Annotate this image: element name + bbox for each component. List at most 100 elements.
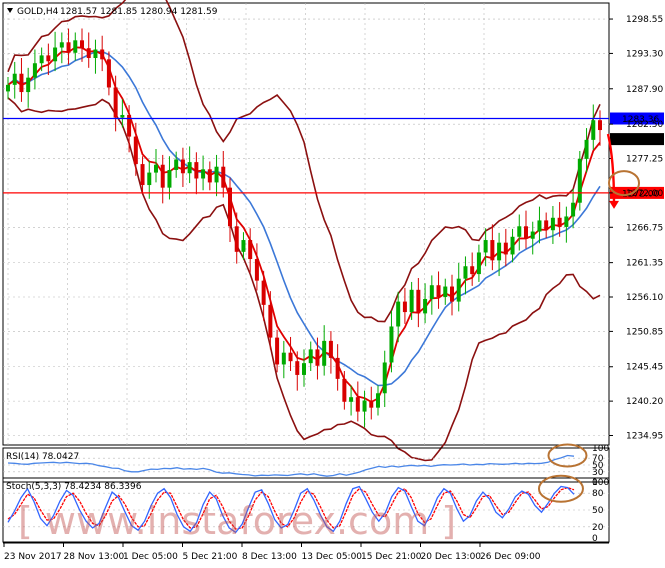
bollinger-upper-line	[7, 0, 601, 323]
chart-header-ohlc: 1281.57 1281.85 1280.94 1281.59	[60, 7, 218, 17]
candle-body	[281, 352, 286, 365]
candle-body	[254, 259, 259, 281]
candles	[6, 28, 602, 428]
candle-body	[302, 363, 306, 375]
candle-body	[113, 87, 118, 118]
candle-body	[416, 289, 421, 314]
candle-body	[201, 169, 206, 179]
candle-body	[564, 216, 569, 227]
candle-body	[376, 393, 380, 408]
chart-canvas: 1283.361272.001281.59 1298.55 1293.30 1287…	[2, 0, 664, 562]
x-tick-label: 26 Dec 09:00	[480, 552, 541, 562]
rsi-line	[7, 454, 575, 477]
candle-body	[328, 340, 333, 358]
ma-slow-line	[7, 50, 601, 387]
chart-header-symbol: GOLD,H4	[17, 7, 59, 17]
price-grid	[3, 3, 609, 445]
candle-body	[598, 120, 602, 131]
stoch-tick-label: 50	[592, 506, 604, 516]
stoch-highlight-circle	[537, 474, 584, 503]
candle-body	[396, 301, 401, 327]
candle-body	[154, 164, 158, 173]
price-tick-label: 1293.30	[626, 49, 663, 59]
price-tick-label: 1245.45	[626, 363, 663, 373]
x-tick-label: 23 Nov 2017	[4, 552, 62, 562]
candle-body	[308, 349, 313, 364]
candle-body	[261, 280, 266, 305]
candle-body	[497, 242, 502, 261]
candle-body	[510, 236, 515, 255]
candle-body	[32, 63, 37, 78]
candle-body	[248, 240, 253, 260]
candle-body	[59, 42, 64, 48]
price-tick-label: 1277.25	[626, 155, 663, 165]
candle-body	[402, 301, 407, 313]
candle-body	[389, 326, 394, 363]
stoch-tick-label: 20	[592, 523, 604, 533]
candle-body	[517, 226, 522, 237]
candle-body	[295, 361, 300, 375]
x-tick-label: 15 Dec 21:00	[361, 552, 422, 562]
candle-body	[335, 357, 340, 379]
candle-body	[53, 47, 58, 62]
candle-body	[120, 114, 125, 118]
candle-body	[207, 169, 212, 183]
price-tick-label: 1282.50	[626, 120, 663, 130]
watermark: [ www.instaforex.com ]	[18, 499, 456, 543]
candle-body	[6, 84, 10, 92]
candle-body	[355, 397, 360, 412]
candle-body	[349, 397, 354, 402]
candle-body	[470, 266, 475, 275]
price-tick-label: 1234.95	[626, 432, 663, 442]
candle-body	[187, 162, 192, 174]
price-tick-label: 1240.20	[626, 397, 663, 407]
candle-body	[180, 159, 185, 174]
candle-body	[26, 77, 31, 93]
candle-body	[86, 48, 91, 59]
candle-body	[160, 164, 165, 188]
candle-body	[275, 337, 280, 365]
price-y-axis: 1298.551293.301287.901282.501277.251272.…	[609, 15, 663, 442]
candle-body	[342, 378, 347, 402]
candle-body	[39, 55, 44, 64]
price-panel-border	[2, 2, 610, 446]
candle-body	[544, 220, 549, 231]
moving-averages	[7, 46, 601, 403]
candle-body	[571, 202, 576, 217]
candle-body	[591, 120, 596, 140]
price-tick-label: 1298.55	[626, 15, 663, 25]
candle-body	[483, 240, 488, 253]
candle-body	[46, 55, 51, 62]
candle-body	[423, 298, 428, 314]
candle-body	[537, 220, 542, 232]
price-tick-label: 1287.90	[626, 85, 663, 95]
candle-body	[315, 349, 320, 366]
candle-body	[503, 242, 508, 255]
candle-body	[147, 172, 152, 186]
candle-body	[463, 266, 468, 279]
candle-body	[19, 73, 24, 93]
current-price-label: 1281.59	[622, 136, 659, 146]
rsi-label: RSI(14) 78.0427	[6, 452, 79, 462]
candle-body	[93, 49, 98, 59]
candle-body	[584, 139, 589, 159]
candle-body	[66, 42, 71, 53]
price-levels: 1283.361272.001281.59	[3, 112, 664, 199]
candle-body	[322, 340, 327, 366]
bollinger-bands	[7, 0, 601, 462]
x-tick-label: 13 Dec 05:00	[302, 552, 363, 562]
candle-body	[409, 289, 414, 313]
x-tick-label: 5 Dec 21:00	[183, 552, 238, 562]
stoch-label: Stoch(5,3,3) 78.4234 86.3396	[6, 482, 142, 492]
down-arrow-icon	[609, 200, 619, 209]
candle-body	[550, 217, 555, 231]
candle-body	[106, 59, 111, 88]
candle-body	[221, 166, 226, 188]
candle-body	[73, 40, 78, 53]
candle-body	[234, 226, 239, 252]
candle-body	[382, 362, 387, 394]
candle-body	[524, 226, 528, 239]
candle-body	[530, 231, 535, 239]
header-triangle-icon	[7, 8, 13, 13]
candle-body	[133, 136, 138, 165]
